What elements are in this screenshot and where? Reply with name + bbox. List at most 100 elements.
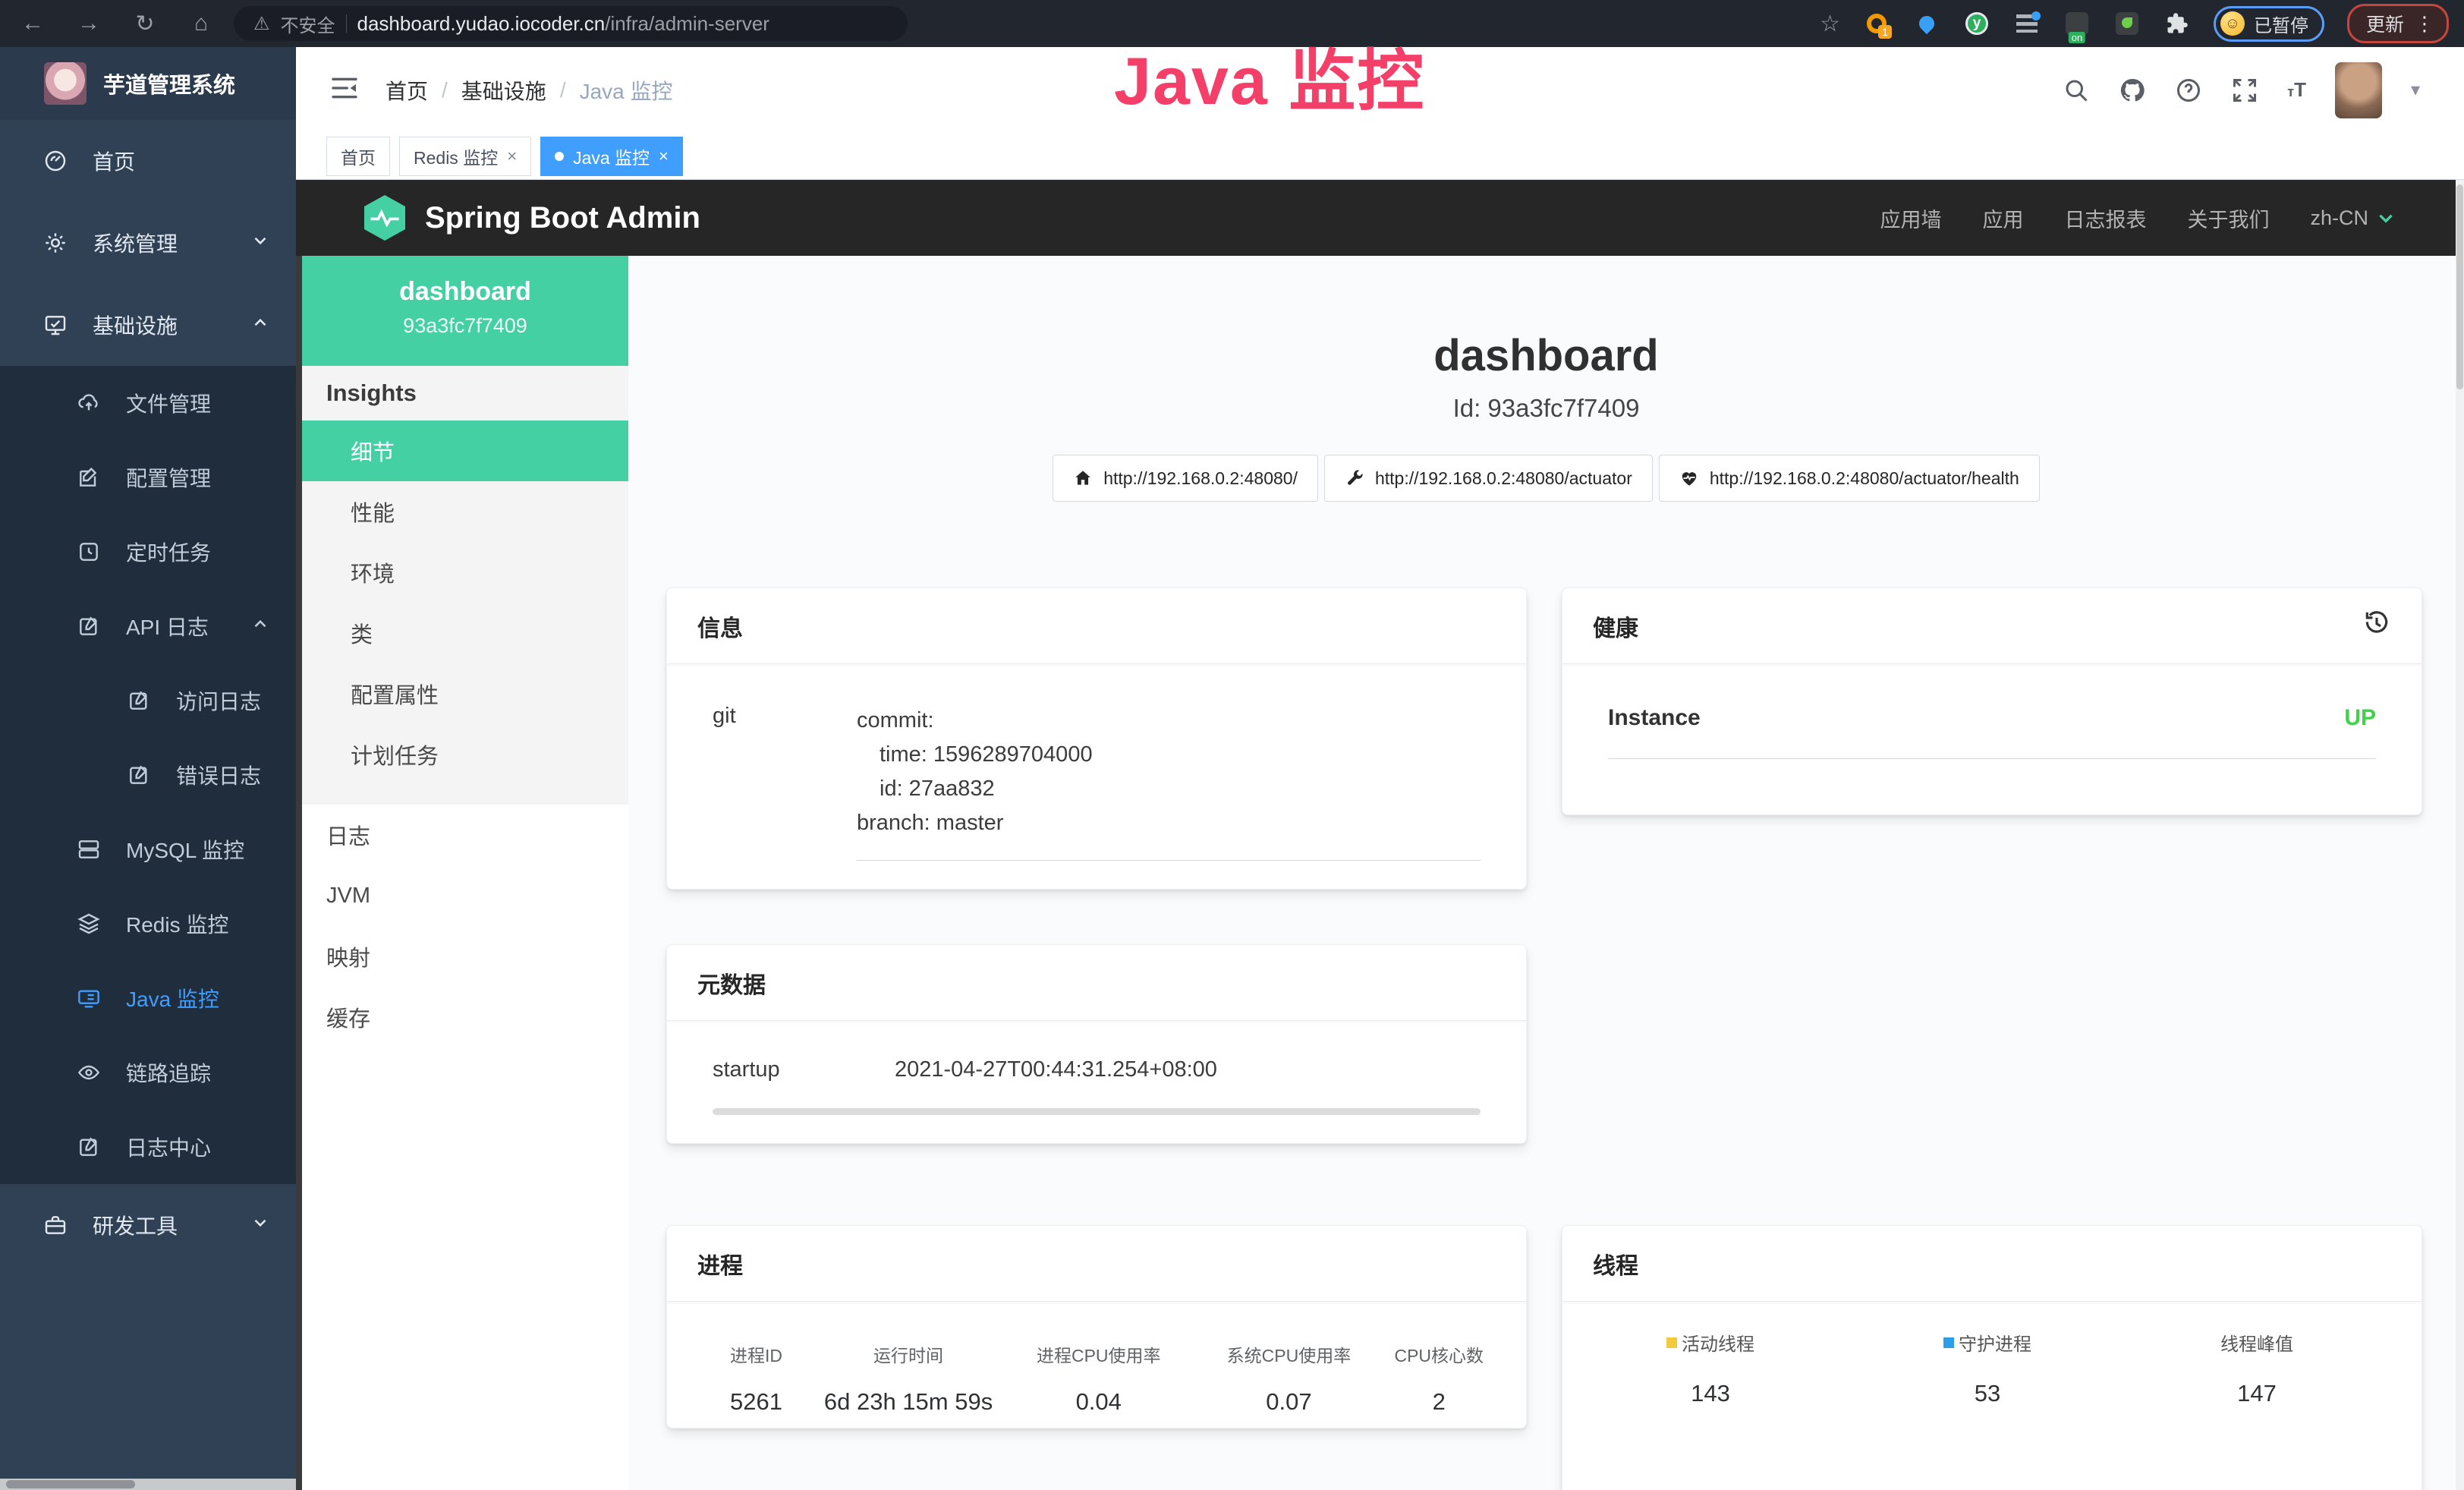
extension-y-icon[interactable]: y [1963,10,1990,37]
active-dot-icon [555,152,564,161]
sidebar-item-redis-monitor[interactable]: Redis 监控 [0,887,296,961]
sba-item-environment[interactable]: 环境 [302,542,628,603]
service-url-button[interactable]: http://192.168.0.2:48080/ [1053,455,1318,502]
profile-emoji-icon: ☺ [2220,11,2245,36]
close-icon[interactable]: × [659,146,669,166]
history-icon[interactable] [2362,609,2391,644]
sidebar-item-trace[interactable]: 链路追踪 [0,1035,296,1110]
sba-item-logs[interactable]: 日志 [302,805,628,865]
forward-icon[interactable]: → [76,11,102,37]
legend-swatch-blue [1943,1337,1954,1348]
font-size-icon[interactable]: тT [2287,78,2306,102]
info-card-title: 信息 [667,588,1526,664]
extension-on-icon[interactable]: on [2063,10,2091,37]
app-logo [44,62,87,105]
sba-logo-icon [364,195,405,241]
sba-nav: 应用墙 应用 日志报表 关于我们 zh-CN [1880,203,2396,233]
horizontal-scrollbar[interactable] [0,1479,296,1490]
tab-home[interactable]: 首页 [326,137,390,176]
sba-item-details[interactable]: 细节 [302,421,628,481]
extension-leaf-icon[interactable] [2113,10,2141,37]
close-icon[interactable]: × [507,146,517,166]
breadcrumb-infra[interactable]: 基础设施 [461,75,546,106]
sidebar-item-access-log[interactable]: 访问日志 [0,663,296,738]
breadcrumb-home[interactable]: 首页 [385,75,428,106]
chevron-up-icon [250,313,270,338]
help-icon[interactable] [2175,77,2202,104]
sidebar-item-error-log[interactable]: 错误日志 [0,738,296,812]
eye-icon [76,1060,102,1085]
address-bar[interactable]: ⚠ 不安全 dashboard.yudao.iocoder.cn/infra/a… [234,6,908,41]
search-icon[interactable] [2063,77,2090,104]
hamburger-icon[interactable] [329,73,360,107]
threads-card: 线程 活动线程 143 守护进程 53 [1562,1225,2422,1490]
extension-grid-icon[interactable] [2013,10,2041,37]
sba-group-label: Insights [302,366,628,421]
monitor-icon [42,313,68,337]
sba-nav-wallboard[interactable]: 应用墙 [1880,203,1941,233]
tab-redis-monitor[interactable]: Redis 监控× [399,137,531,176]
sidebar-item-infra[interactable]: 基础设施 [0,284,296,366]
caret-down-icon[interactable]: ▾ [2411,79,2420,101]
gear-icon [42,231,68,255]
sba-nav-applications[interactable]: 应用 [1982,203,2023,233]
sidebar-item-api-log[interactable]: API 日志 [0,589,296,663]
info-card: 信息 git commit: time: 1596289704000 id: 2… [666,587,1527,890]
back-icon[interactable]: ← [20,11,46,37]
sidebar: 芋道管理系统 首页 系统管理 基础设施 文件管理 [0,47,296,1490]
chevron-down-icon [2376,208,2396,228]
chevron-up-icon [250,614,270,639]
sidebar-item-mysql-monitor[interactable]: MySQL 监控 [0,812,296,887]
security-label[interactable]: 不安全 [281,11,335,37]
breadcrumb-current: Java 监控 [580,75,673,106]
sba-content: dashboard Id: 93a3fc7f7409 http://192.16… [628,256,2464,1490]
bookmark-star-icon[interactable]: ☆ [1820,11,1840,37]
metadata-row: startup 2021-04-27T00:44:31.254+08:00 [713,1057,1481,1082]
sba-nav-journal[interactable]: 日志报表 [2064,203,2146,233]
sba-item-classes[interactable]: 类 [302,603,628,663]
github-icon[interactable] [2119,77,2146,104]
sba-insights-group: Insights 细节 性能 环境 类 配置属性 计划任务 [302,366,628,805]
fullscreen-icon[interactable] [2231,77,2258,104]
profile-chip[interactable]: ☺ 已暂停 [2214,6,2324,42]
legend-swatch-yellow [1666,1337,1677,1348]
sidebar-item-config-manage[interactable]: 配置管理 [0,440,296,515]
page-url[interactable]: dashboard.yudao.iocoder.cn/infra/admin-s… [357,12,769,36]
sidebar-item-java-monitor[interactable]: Java 监控 [0,961,296,1035]
extension-orange-icon[interactable]: 1 [1863,10,1890,37]
reload-icon[interactable]: ↻ [132,11,158,37]
browser-menu-icon[interactable]: ⋮ [2415,12,2434,36]
sidebar-item-home[interactable]: 首页 [0,120,296,202]
sidebar-item-system[interactable]: 系统管理 [0,202,296,284]
sba-sidebar: dashboard 93a3fc7f7409 Insights 细节 性能 环境… [302,256,628,1490]
sidebar-item-log-center[interactable]: 日志中心 [0,1110,296,1184]
actuator-url-button[interactable]: http://192.168.0.2:48080/actuator [1324,455,1653,502]
horizontal-scrollbar[interactable] [713,1108,1481,1115]
sba-item-jvm[interactable]: JVM [302,865,628,926]
extensions-puzzle-icon[interactable] [2163,10,2191,37]
metadata-card: 元数据 startup 2021-04-27T00:44:31.254+08:0… [666,944,1527,1144]
sba-item-scheduled-tasks[interactable]: 计划任务 [302,724,628,785]
sba-item-config-props[interactable]: 配置属性 [302,663,628,724]
app-logo-row[interactable]: 芋道管理系统 [0,47,296,120]
user-avatar[interactable] [2335,62,2382,118]
extension-pin-icon[interactable] [1913,10,1940,37]
sba-instance-header[interactable]: dashboard 93a3fc7f7409 [302,256,628,366]
home-icon[interactable]: ⌂ [188,11,214,37]
heart-icon [1679,468,1699,488]
sidebar-item-dev-tools[interactable]: 研发工具 [0,1184,296,1266]
sba-item-mappings[interactable]: 映射 [302,926,628,987]
wrench-icon [1345,468,1364,488]
layers-icon [76,912,102,936]
sba-item-metrics[interactable]: 性能 [302,481,628,542]
sba-item-caches[interactable]: 缓存 [302,987,628,1047]
sba-language-select[interactable]: zh-CN [2310,206,2396,230]
update-button[interactable]: 更新 ⋮ [2347,4,2449,43]
sidebar-item-scheduled-job[interactable]: 定时任务 [0,515,296,589]
sba-nav-about[interactable]: 关于我们 [2187,203,2269,233]
health-url-button[interactable]: http://192.168.0.2:48080/actuator/health [1659,455,2040,502]
sidebar-item-file-manage[interactable]: 文件管理 [0,366,296,440]
vertical-scrollbar[interactable] [2456,180,2464,1490]
edit-square-icon [76,1135,102,1159]
tab-java-monitor[interactable]: Java 监控× [540,137,683,176]
